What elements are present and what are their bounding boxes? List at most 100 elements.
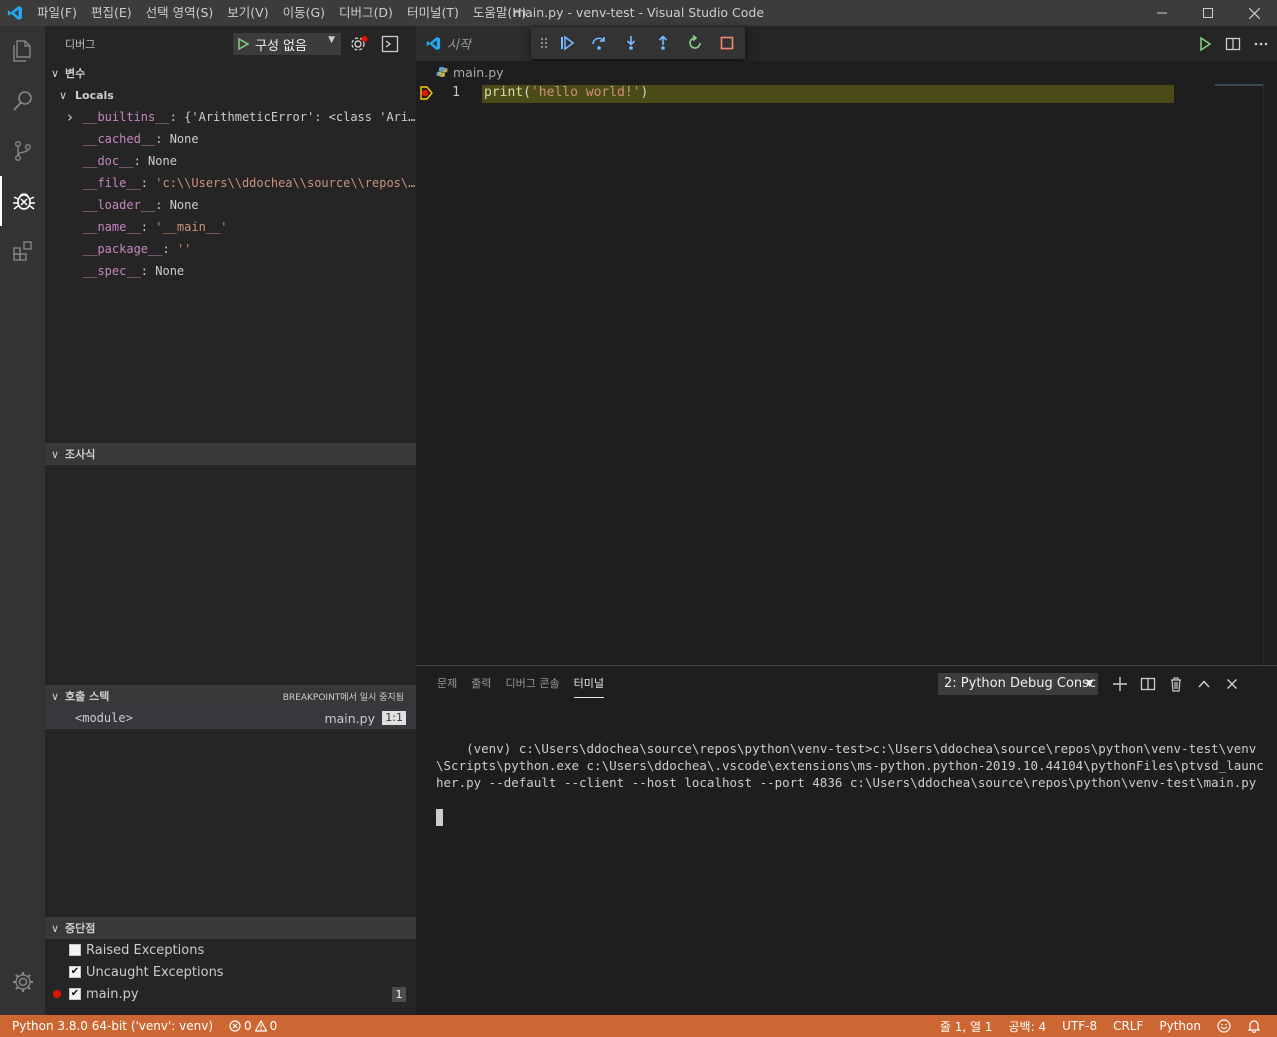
callstack-frame[interactable]: <module> main.py 1:1 xyxy=(45,707,416,729)
run-python-file-icon[interactable] xyxy=(1197,36,1213,52)
vertical-scrollbar[interactable] xyxy=(1263,83,1277,665)
tab-debug-console[interactable]: 디버그 콘솔 xyxy=(499,666,567,702)
activity-search[interactable] xyxy=(0,76,45,126)
breakpoint-stopped-arrow-icon[interactable] xyxy=(420,86,433,100)
close-panel-icon[interactable] xyxy=(1224,676,1240,692)
problems-indicator[interactable]: 0 0 xyxy=(221,1019,285,1033)
terminal-output[interactable]: (venv) c:\Users\ddochea\source\repos\pyt… xyxy=(436,723,1266,860)
scope-label: Locals xyxy=(75,88,114,102)
breakpoints-title: 중단점 xyxy=(65,922,96,935)
watch-section-header[interactable]: ∨ 조사식 xyxy=(45,443,416,465)
step-into-button[interactable] xyxy=(615,27,647,59)
variable-separator: : xyxy=(169,110,185,124)
menu-debug[interactable]: 디버그(D) xyxy=(332,0,400,26)
variable-row[interactable]: __name__: '__main__' xyxy=(45,216,416,238)
tab-terminal[interactable]: 터미널 xyxy=(567,666,611,702)
menu-view[interactable]: 보기(V) xyxy=(220,0,275,26)
variable-row[interactable]: __cached__: None xyxy=(45,128,416,150)
more-actions-icon[interactable] xyxy=(1253,36,1269,52)
bottom-panel: 문제 출력 디버그 콘솔 터미널 2: Python Debug Consc ▼… xyxy=(416,665,1277,1015)
callstack-title: 호출 스택 xyxy=(65,690,110,703)
tab-problems[interactable]: 문제 xyxy=(430,666,464,702)
activity-source-control[interactable] xyxy=(0,126,45,176)
variable-row[interactable]: › __builtins__: {'ArithmeticError': <clas… xyxy=(45,106,416,128)
menu-edit[interactable]: 편집(E) xyxy=(84,0,139,26)
cursor-position[interactable]: 줄 1, 열 1 xyxy=(932,1018,1001,1035)
encoding[interactable]: UTF-8 xyxy=(1054,1019,1105,1033)
step-over-icon xyxy=(592,37,605,50)
variables-title: 변수 xyxy=(65,67,86,80)
status-bar-right: 줄 1, 열 1 공백: 4 UTF-8 CRLF Python xyxy=(932,1015,1269,1037)
close-window-button[interactable] xyxy=(1231,0,1277,26)
line-ending[interactable]: CRLF xyxy=(1105,1019,1151,1033)
code-text: print('hello world!') xyxy=(484,85,648,100)
debug-console-icon[interactable] xyxy=(381,35,399,53)
activity-extensions[interactable] xyxy=(0,226,45,276)
tab-output[interactable]: 출력 xyxy=(464,666,498,702)
line-number: 1 xyxy=(452,85,460,100)
breakpoint-main-py[interactable]: ✔ main.py 1 xyxy=(45,983,416,1005)
code-line[interactable]: 1 print('hello world!') xyxy=(416,83,1277,104)
open-launch-json-gear-icon[interactable] xyxy=(349,35,369,53)
variable-name: __doc__ xyxy=(83,154,134,168)
python-interpreter[interactable]: Python 3.8.0 64-bit ('venv': venv) xyxy=(0,1019,221,1033)
variable-name: __spec__ xyxy=(83,264,141,278)
menu-terminal[interactable]: 터미널(T) xyxy=(400,0,466,26)
variables-section-header[interactable]: ∨ 변수 xyxy=(45,62,416,84)
continue-button[interactable] xyxy=(551,27,583,59)
breakpoint-uncaught-exceptions[interactable]: ✔ Uncaught Exceptions xyxy=(45,961,416,983)
step-out-button[interactable] xyxy=(647,27,679,59)
menu-help[interactable]: 도움말(H) xyxy=(466,0,534,26)
watch-title: 조사식 xyxy=(65,448,96,461)
menu-selection[interactable]: 선택 영역(S) xyxy=(139,0,221,26)
variable-row[interactable]: __file__: 'c:\\Users\\ddochea\\source\\r… xyxy=(45,172,416,194)
terminal-text: (venv) c:\Users\ddochea\source\repos\pyt… xyxy=(436,741,1264,790)
window-controls xyxy=(1139,0,1277,26)
language-mode[interactable]: Python xyxy=(1151,1019,1209,1033)
indentation[interactable]: 공백: 4 xyxy=(1001,1018,1055,1035)
variable-row[interactable]: __package__: '' xyxy=(45,238,416,260)
activity-debug[interactable] xyxy=(0,176,45,226)
stop-button[interactable] xyxy=(711,27,743,59)
close-icon xyxy=(1248,7,1260,19)
checkbox[interactable]: ✔ xyxy=(69,966,81,978)
split-terminal-icon[interactable] xyxy=(1140,676,1156,692)
scope-locals[interactable]: ∨ Locals xyxy=(45,84,416,106)
step-over-button[interactable] xyxy=(583,27,615,59)
run-config-dropdown[interactable]: 구성 없음 ▼ xyxy=(233,33,341,55)
breakpoints-section-header[interactable]: ∨ 중단점 xyxy=(45,917,416,939)
variable-row[interactable]: __spec__: None xyxy=(45,260,416,282)
menu-go[interactable]: 이동(G) xyxy=(276,0,332,26)
code-editor[interactable]: 1 print('hello world!') xyxy=(416,83,1277,665)
terminal-select[interactable]: 2: Python Debug Consc ▼ xyxy=(938,673,1098,695)
checkbox[interactable]: ✔ xyxy=(69,988,81,1000)
debug-toolbar xyxy=(531,27,745,59)
tab-welcome[interactable]: 시작 xyxy=(416,26,532,61)
trash-icon[interactable] xyxy=(1168,676,1184,692)
chevron-down-icon: ∨ xyxy=(50,689,60,703)
feedback-button[interactable] xyxy=(1209,1019,1239,1033)
breakpoint-raised-exceptions[interactable]: Raised Exceptions xyxy=(45,939,416,961)
breadcrumb[interactable]: main.py xyxy=(416,61,1277,83)
variable-row[interactable]: __loader__: None xyxy=(45,194,416,216)
start-debug-icon[interactable] xyxy=(237,38,249,50)
minimize-button[interactable] xyxy=(1139,0,1185,26)
activity-manage[interactable] xyxy=(0,957,45,1007)
drag-handle[interactable] xyxy=(537,27,551,59)
notifications-button[interactable] xyxy=(1239,1019,1269,1033)
menu-file[interactable]: 파일(F) xyxy=(30,0,84,26)
maximize-panel-chevron-up-icon[interactable] xyxy=(1196,676,1212,692)
variable-row[interactable]: __doc__: None xyxy=(45,150,416,172)
restart-button[interactable] xyxy=(679,27,711,59)
variable-value: 'c:\\Users\\ddochea\\source\\repos\… xyxy=(155,176,416,190)
variable-separator: : xyxy=(155,132,170,146)
breakpoint-label: Uncaught Exceptions xyxy=(86,964,224,980)
split-editor-icon[interactable] xyxy=(1225,36,1241,52)
stop-icon xyxy=(720,36,734,50)
activity-explorer[interactable] xyxy=(0,26,45,76)
checkbox[interactable] xyxy=(69,944,81,956)
new-terminal-plus-icon[interactable] xyxy=(1112,676,1128,692)
maximize-button[interactable] xyxy=(1185,0,1231,26)
callstack-section-header[interactable]: ∨ 호출 스택 BREAKPOINT에서 일시 중지됨 xyxy=(45,685,416,707)
files-icon xyxy=(12,40,31,62)
